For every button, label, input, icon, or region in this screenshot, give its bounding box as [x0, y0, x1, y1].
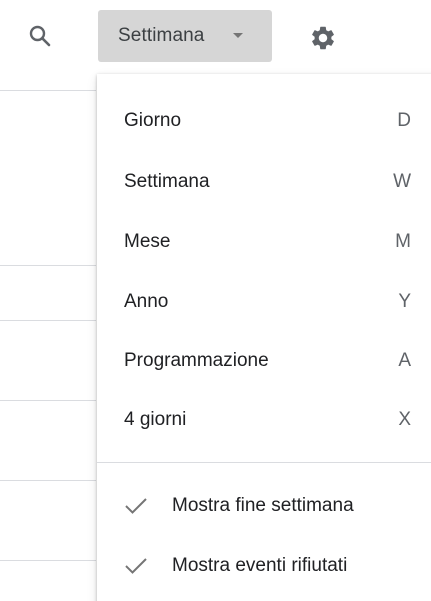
gear-icon — [312, 26, 334, 50]
menu-item-shortcut: X — [398, 409, 411, 430]
grid-line — [0, 560, 96, 561]
check-icon — [124, 551, 154, 581]
search-button[interactable] — [22, 18, 58, 54]
menu-item-shortcut: D — [397, 110, 411, 131]
menu-item-4-giorni[interactable]: 4 giorni X — [97, 391, 431, 449]
grid-line — [0, 400, 96, 401]
menu-item-shortcut: A — [398, 350, 411, 371]
view-selector-button[interactable]: Settimana — [98, 10, 272, 62]
chevron-down-icon — [233, 33, 243, 38]
menu-item-giorno[interactable]: Giorno D — [97, 92, 431, 150]
menu-item-label: 4 giorni — [124, 409, 187, 430]
toggle-show-declined-events[interactable]: Mostra eventi rifiutati — [97, 537, 431, 595]
menu-item-shortcut: W — [393, 171, 411, 192]
grid-line — [0, 480, 96, 481]
grid-line — [0, 265, 96, 266]
toggle-show-weekends[interactable]: Mostra fine settimana — [97, 477, 431, 535]
check-icon — [124, 491, 154, 521]
menu-item-label: Mese — [124, 231, 171, 252]
search-icon — [29, 25, 51, 47]
grid-line — [0, 320, 96, 321]
menu-item-shortcut: Y — [398, 291, 411, 312]
check-item-label: Mostra eventi rifiutati — [172, 555, 348, 576]
menu-item-anno[interactable]: Anno Y — [97, 273, 431, 331]
view-menu: Giorno D Settimana W Mese M Anno Y Progr… — [97, 74, 431, 601]
menu-item-label: Anno — [124, 291, 169, 312]
menu-item-label: Settimana — [124, 171, 210, 192]
menu-item-shortcut: M — [395, 231, 411, 252]
menu-item-mese[interactable]: Mese M — [97, 213, 431, 271]
settings-button[interactable] — [303, 18, 343, 58]
check-item-label: Mostra fine settimana — [172, 495, 354, 516]
menu-item-label: Programmazione — [124, 350, 269, 371]
menu-item-programmazione[interactable]: Programmazione A — [97, 332, 431, 390]
menu-item-settimana[interactable]: Settimana W — [97, 153, 431, 211]
menu-divider — [97, 462, 431, 463]
grid-line — [0, 90, 96, 91]
view-selector-label: Settimana — [118, 25, 205, 46]
menu-item-label: Giorno — [124, 110, 182, 131]
calendar-page: Settimana Giorno D Settimana W Mese M An… — [0, 0, 431, 601]
